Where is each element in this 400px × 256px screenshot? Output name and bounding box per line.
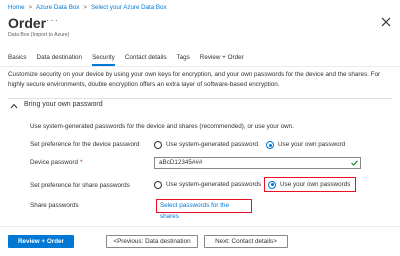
breadcrumb-home[interactable]: Home: [8, 4, 25, 11]
device-password-label: Device password *: [30, 158, 82, 168]
chevron-up-icon[interactable]: [10, 103, 18, 109]
radio-share-own-passwords[interactable]: Use your own passwords: [264, 177, 356, 192]
footer-divider: [0, 226, 400, 227]
breadcrumb-select-data-box[interactable]: Select your Azure Data Box: [91, 4, 167, 11]
security-intro-text: Customize security on your device by usi…: [8, 71, 381, 88]
share-password-preference-label: Set preference for share passwords: [30, 182, 130, 189]
device-password-input[interactable]: aBcD12345###: [154, 157, 361, 169]
required-asterisk: *: [79, 159, 83, 166]
section-description: Use system-generated passwords for the d…: [30, 123, 294, 130]
page-title: Order: [8, 15, 47, 31]
radio-button-selected[interactable]: [266, 141, 274, 149]
next-button[interactable]: Next: Contact details>: [204, 235, 288, 248]
tab-data-destination[interactable]: Data destination: [37, 52, 83, 66]
radio-device-system-generated[interactable]: Use system-generated password: [154, 140, 258, 150]
breadcrumb-separator: >: [28, 5, 33, 11]
select-share-passwords-link[interactable]: Select passwords for the shares: [156, 199, 252, 220]
page-subtitle: Data Box (Import to Azure): [8, 32, 70, 38]
radio-share-system-generated[interactable]: Use system-generated passwords: [154, 180, 261, 190]
tab-bar: Basics Data destination Security Contact…: [8, 52, 244, 66]
radio-label: Use system-generated passwords: [166, 181, 262, 188]
radio-label: Use system-generated password: [166, 141, 259, 148]
radio-button[interactable]: [154, 141, 162, 149]
tab-tags[interactable]: Tags: [176, 52, 189, 66]
breadcrumb-azure-data-box[interactable]: Azure Data Box: [36, 4, 79, 11]
tab-review-order[interactable]: Review + Order: [200, 52, 244, 66]
device-password-label-text: Device password: [30, 159, 78, 166]
share-passwords-label: Share passwords: [30, 202, 79, 209]
more-options-button[interactable]: ···: [46, 14, 59, 28]
radio-button-selected[interactable]: [268, 180, 276, 189]
radio-label: Use your own passwords: [280, 180, 351, 188]
device-password-preference-label: Set preference for the device password: [30, 141, 140, 148]
tab-security[interactable]: Security: [92, 52, 115, 66]
checkmark-icon: [351, 160, 358, 166]
breadcrumb: Home > Azure Data Box > Select your Azure Da…: [8, 2, 167, 14]
radio-label: Use your own password: [278, 141, 346, 148]
previous-button[interactable]: <Previous: Data destination: [106, 235, 198, 248]
tab-basics[interactable]: Basics: [8, 52, 27, 66]
close-icon[interactable]: [379, 15, 393, 29]
tab-divider: [0, 66, 400, 67]
tab-contact-details[interactable]: Contact details: [125, 52, 167, 66]
radio-device-own-password[interactable]: Use your own password: [266, 140, 345, 150]
review-order-button[interactable]: Review + Order: [8, 235, 74, 248]
breadcrumb-separator: >: [83, 5, 87, 11]
radio-button[interactable]: [154, 181, 162, 189]
section-title: Bring your own password: [24, 101, 103, 108]
